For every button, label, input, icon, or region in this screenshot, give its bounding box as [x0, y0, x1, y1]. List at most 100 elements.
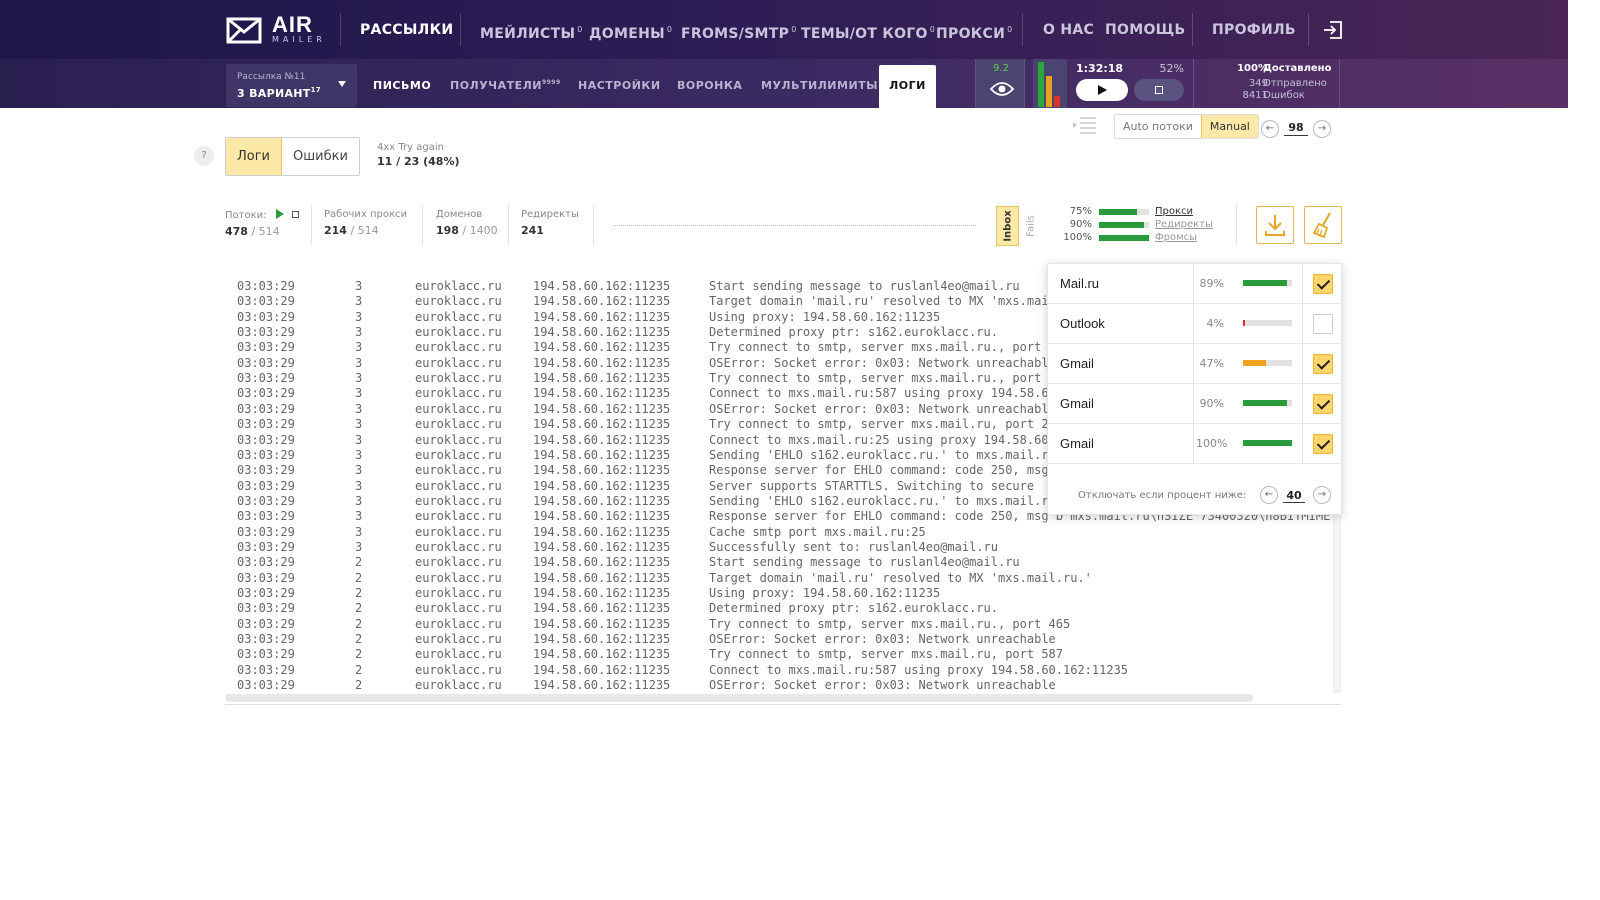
mailbox-bar	[1243, 320, 1292, 326]
manual-threads-option[interactable]: Manual	[1200, 115, 1258, 138]
stop-button[interactable]	[1134, 79, 1184, 101]
stop-threads-icon[interactable]	[291, 211, 299, 218]
tab-logs-view[interactable]: Логи	[226, 138, 283, 175]
nav-divider	[340, 13, 341, 46]
health-link[interactable]: Фромсы	[1155, 232, 1197, 243]
mailbox-name: Outlook	[1060, 316, 1105, 331]
mailbox-bar	[1243, 440, 1292, 446]
spam-score: 9.2	[993, 63, 1009, 74]
mailbox-percent: 47%	[1199, 357, 1224, 370]
mailbox-row: Gmail 90%	[1048, 384, 1343, 424]
logo-subtitle: MAILER	[272, 35, 326, 44]
mailbox-name: Mail.ru	[1060, 276, 1100, 291]
horizontal-scrollbar[interactable]	[225, 694, 1253, 702]
health-link[interactable]: Прокси	[1155, 206, 1193, 217]
threads-count[interactable]: 98	[1284, 121, 1308, 136]
campaign-select[interactable]: Рассылка №11 3 ВАРИАНТ17	[226, 64, 357, 107]
nav-item[interactable]: ПОМОЩЬ	[1105, 22, 1185, 38]
campaign-number: Рассылка №11	[237, 72, 306, 82]
nav-item[interactable]: ПРОФИЛЬ	[1212, 22, 1296, 38]
nav-item[interactable]: РАССЫЛКИ	[360, 22, 453, 38]
mailbox-bar	[1243, 400, 1292, 406]
decrease-threads-button[interactable]: ←	[1261, 120, 1279, 138]
threshold-row: Отключать если процент ниже: ← 40 →	[1048, 474, 1343, 514]
nav-divider	[1192, 13, 1193, 46]
indent-icon[interactable]	[1070, 114, 1100, 136]
campaign-name: 3 ВАРИАНТ17	[237, 86, 321, 100]
log-tabs: Логи Ошибки	[225, 137, 360, 176]
mailbox-row: Gmail 47%	[1048, 344, 1343, 384]
mailbox-percent: 90%	[1199, 397, 1224, 410]
nav-item[interactable]: ПРОКСИ 0	[936, 22, 1013, 42]
decrease-threshold-button[interactable]: ←	[1260, 486, 1278, 504]
mailbox-checkbox[interactable]	[1313, 394, 1333, 414]
subnav-tab[interactable]: МУЛЬТИЛИМИТЫ	[761, 79, 878, 92]
spam-score-box[interactable]: 9.2	[975, 59, 1025, 108]
nav-divider	[1308, 13, 1309, 46]
envelope-logo-icon	[226, 17, 262, 44]
timer: 1:32:18	[1076, 62, 1124, 75]
play-threads-icon[interactable]	[275, 209, 284, 219]
logo-title: AIR	[272, 12, 313, 37]
mailbox-checkbox[interactable]	[1313, 354, 1333, 374]
nav-item[interactable]: ДОМЕНЫ 0	[589, 22, 672, 42]
mailbox-name: Gmail	[1060, 356, 1094, 371]
retry-info: 4xx Try again 11 / 23 (48%)	[377, 142, 460, 168]
proxies-stat: Рабочих прокси 214 / 514	[324, 209, 407, 237]
fails-option[interactable]: Fails	[1019, 206, 1042, 246]
health-bar	[1099, 235, 1149, 241]
divider	[508, 205, 509, 245]
mailbox-checkbox[interactable]	[1313, 314, 1333, 334]
health-link[interactable]: Редиректы	[1155, 219, 1213, 230]
subnav-tab[interactable]: ПИСЬМО	[373, 79, 431, 92]
domains-stat: Доменов 198 / 1400	[436, 209, 498, 237]
level-bar	[1054, 96, 1060, 107]
divider	[311, 205, 312, 245]
threads-mode-toggle[interactable]: Auto потоки Manual	[1114, 114, 1259, 139]
retry-value: 11 / 23 (48%)	[377, 155, 460, 168]
mailbox-name: Gmail	[1060, 396, 1094, 411]
mailbox-row: Outlook 4%	[1048, 304, 1343, 344]
nav-item[interactable]: FROMS/SMTP 0	[681, 22, 797, 42]
health-bar	[1099, 209, 1149, 215]
inbox-option[interactable]: Inbox	[996, 206, 1019, 246]
subnav-tab[interactable]: НАСТРОЙКИ	[578, 79, 661, 92]
mailbox-checkbox[interactable]	[1313, 434, 1333, 454]
divider	[422, 205, 423, 245]
threads-stat: Потоки: 478 / 514	[225, 209, 299, 238]
progress-percent: 52%	[1159, 62, 1184, 75]
mailbox-bar	[1243, 360, 1292, 366]
clear-button[interactable]	[1304, 206, 1342, 244]
nav-item[interactable]: ТЕМЫ/ОТ КОГО 0	[801, 22, 935, 42]
logo[interactable]: AIR MAILER	[226, 14, 326, 46]
help-button[interactable]: ?	[194, 146, 214, 166]
subnav-tab[interactable]: ВОРОНКА	[677, 79, 742, 92]
mailbox-checkbox[interactable]	[1313, 274, 1333, 294]
download-button[interactable]	[1256, 206, 1294, 244]
nav-item[interactable]: О НАС	[1043, 22, 1094, 38]
health-bar	[1099, 222, 1149, 228]
broom-icon	[1312, 212, 1331, 239]
divider	[593, 205, 594, 245]
mailbox-bar	[1243, 280, 1292, 286]
increase-threads-button[interactable]: →	[1313, 120, 1331, 138]
auto-threads-option[interactable]: Auto потоки	[1115, 115, 1201, 138]
inbox-fails-toggle[interactable]: Inbox Fails	[996, 206, 1042, 246]
nav-divider	[460, 13, 461, 46]
logout-icon[interactable]	[1322, 19, 1344, 41]
subnav-tab[interactable]: ПОЛУЧАТЕЛИ9999	[450, 79, 561, 92]
divider	[1236, 205, 1237, 245]
tab-errors-view[interactable]: Ошибки	[282, 138, 359, 175]
threshold-label: Отключать если процент ниже:	[1078, 490, 1247, 501]
increase-threshold-button[interactable]: →	[1313, 486, 1331, 504]
play-icon	[1098, 85, 1107, 95]
nav-item[interactable]: МЕЙЛИСТЫ 0	[480, 22, 583, 42]
threshold-value[interactable]: 40	[1283, 489, 1305, 503]
eye-icon	[990, 82, 1014, 96]
mailbox-percent: 4%	[1206, 317, 1224, 330]
retry-title: 4xx Try again	[377, 142, 444, 153]
tab-logs[interactable]: ЛОГИ	[879, 65, 936, 108]
play-button[interactable]	[1076, 79, 1128, 101]
level-indicator	[1033, 59, 1067, 108]
mailbox-filter-popup: Mail.ru 89% Outlook 4% Gmail 47% Gmail 90% Gmail…	[1047, 263, 1343, 515]
